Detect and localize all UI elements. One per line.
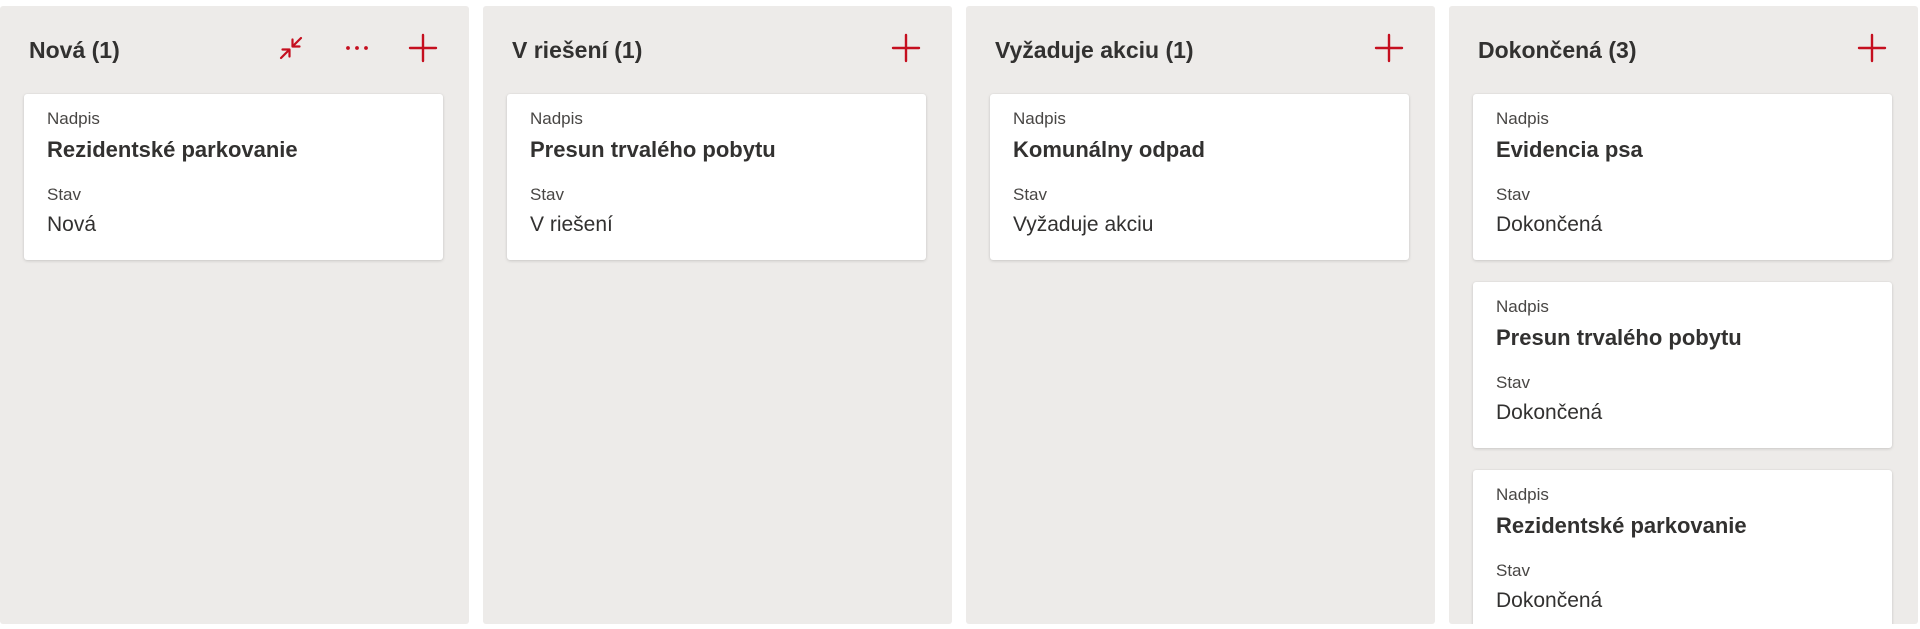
card-title: Rezidentské parkovanie [47, 137, 298, 162]
card-title: Presun trvalého pobytu [530, 137, 776, 162]
column-header: Nová (1) [0, 6, 469, 90]
column-header: Vyžaduje akciu (1) [966, 6, 1435, 90]
card-status-label: Stav [1496, 185, 1531, 204]
card[interactable]: Nadpis Komunálny odpad Stav Vyžaduje akc… [990, 94, 1409, 260]
card-status: Dokončená [1496, 589, 1603, 612]
card-status-label: Stav [47, 185, 82, 204]
card-status: Vyžaduje akciu [1013, 213, 1154, 236]
column-actions [888, 28, 924, 68]
card-status: V riešení [530, 213, 613, 236]
add-card-button[interactable] [888, 30, 924, 66]
card-status-label: Stav [530, 185, 565, 204]
collapse-button[interactable] [273, 30, 309, 66]
collapse-icon [279, 36, 303, 60]
card-status-label: Stav [1013, 185, 1048, 204]
more-options-button[interactable] [339, 30, 375, 66]
add-icon [1374, 33, 1404, 63]
card-title: Presun trvalého pobytu [1496, 325, 1742, 350]
card-status-label: Stav [1496, 373, 1531, 392]
column-dokoncena: Dokončená (3) Nadpis Evidencia psa Stav … [1449, 6, 1918, 624]
card-status: Dokončená [1496, 213, 1603, 236]
card-title: Rezidentské parkovanie [1496, 513, 1747, 538]
add-icon [1857, 33, 1887, 63]
column-title: Nová (1) [29, 37, 120, 63]
kanban-board: Nová (1) Nadpis Rezidentské parkovanie S… [0, 0, 1920, 629]
card-list: Nadpis Komunálny odpad Stav Vyžaduje akc… [990, 94, 1409, 282]
card-title-label: Nadpis [1496, 485, 1549, 504]
card-status: Dokončená [1496, 401, 1603, 424]
add-icon [891, 33, 921, 63]
card[interactable]: Nadpis Rezidentské parkovanie Stav Dokon… [1473, 470, 1892, 624]
add-card-button[interactable] [405, 30, 441, 66]
column-nova: Nová (1) Nadpis Rezidentské parkovanie S… [0, 6, 469, 624]
column-vyzaduje-akciu: Vyžaduje akciu (1) Nadpis Komunálny odpa… [966, 6, 1435, 624]
card-title-label: Nadpis [1013, 109, 1066, 128]
column-actions [1854, 28, 1890, 68]
add-card-button[interactable] [1371, 30, 1407, 66]
card-list: Nadpis Rezidentské parkovanie Stav Nová [24, 94, 443, 282]
card[interactable]: Nadpis Presun trvalého pobytu Stav Dokon… [1473, 282, 1892, 448]
card-title-label: Nadpis [47, 109, 100, 128]
column-actions [273, 28, 441, 68]
column-title: V riešení (1) [512, 37, 643, 63]
column-v-rieseni: V riešení (1) Nadpis Presun trvalého pob… [483, 6, 952, 624]
card[interactable]: Nadpis Evidencia psa Stav Dokončená [1473, 94, 1892, 260]
card-title: Evidencia psa [1496, 137, 1643, 162]
column-header: V riešení (1) [483, 6, 952, 90]
card[interactable]: Nadpis Rezidentské parkovanie Stav Nová [24, 94, 443, 260]
add-icon [408, 33, 438, 63]
card-list: Nadpis Presun trvalého pobytu Stav V rie… [507, 94, 926, 282]
more-icon [346, 46, 368, 50]
card-title: Komunálny odpad [1013, 137, 1205, 162]
column-header: Dokončená (3) [1449, 6, 1918, 90]
column-title: Dokončená (3) [1478, 37, 1637, 63]
card-title-label: Nadpis [1496, 109, 1549, 128]
column-title: Vyžaduje akciu (1) [995, 37, 1194, 63]
add-card-button[interactable] [1854, 30, 1890, 66]
card[interactable]: Nadpis Presun trvalého pobytu Stav V rie… [507, 94, 926, 260]
card-list: Nadpis Evidencia psa Stav Dokončená Nadp… [1473, 94, 1892, 624]
column-actions [1371, 28, 1407, 68]
card-title-label: Nadpis [530, 109, 583, 128]
card-title-label: Nadpis [1496, 297, 1549, 316]
card-status-label: Stav [1496, 561, 1531, 580]
card-status: Nová [47, 213, 97, 236]
